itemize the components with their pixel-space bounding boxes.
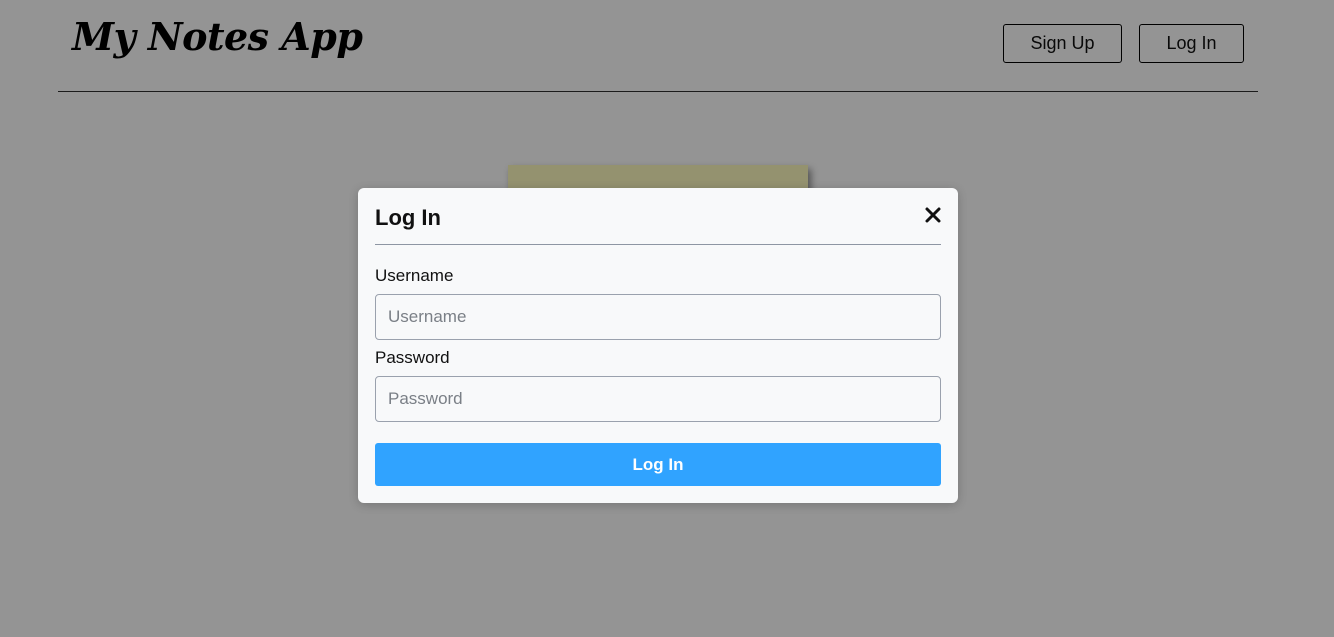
modal-divider [375, 244, 941, 245]
close-icon[interactable] [923, 205, 943, 225]
modal-title: Log In [375, 205, 441, 230]
password-input[interactable] [375, 376, 941, 422]
password-label: Password [375, 348, 450, 367]
username-label: Username [375, 266, 454, 285]
log-in-submit-button[interactable]: Log In [375, 443, 941, 486]
login-modal: Log In Username Password Log In [358, 188, 958, 503]
username-input[interactable] [375, 294, 941, 340]
